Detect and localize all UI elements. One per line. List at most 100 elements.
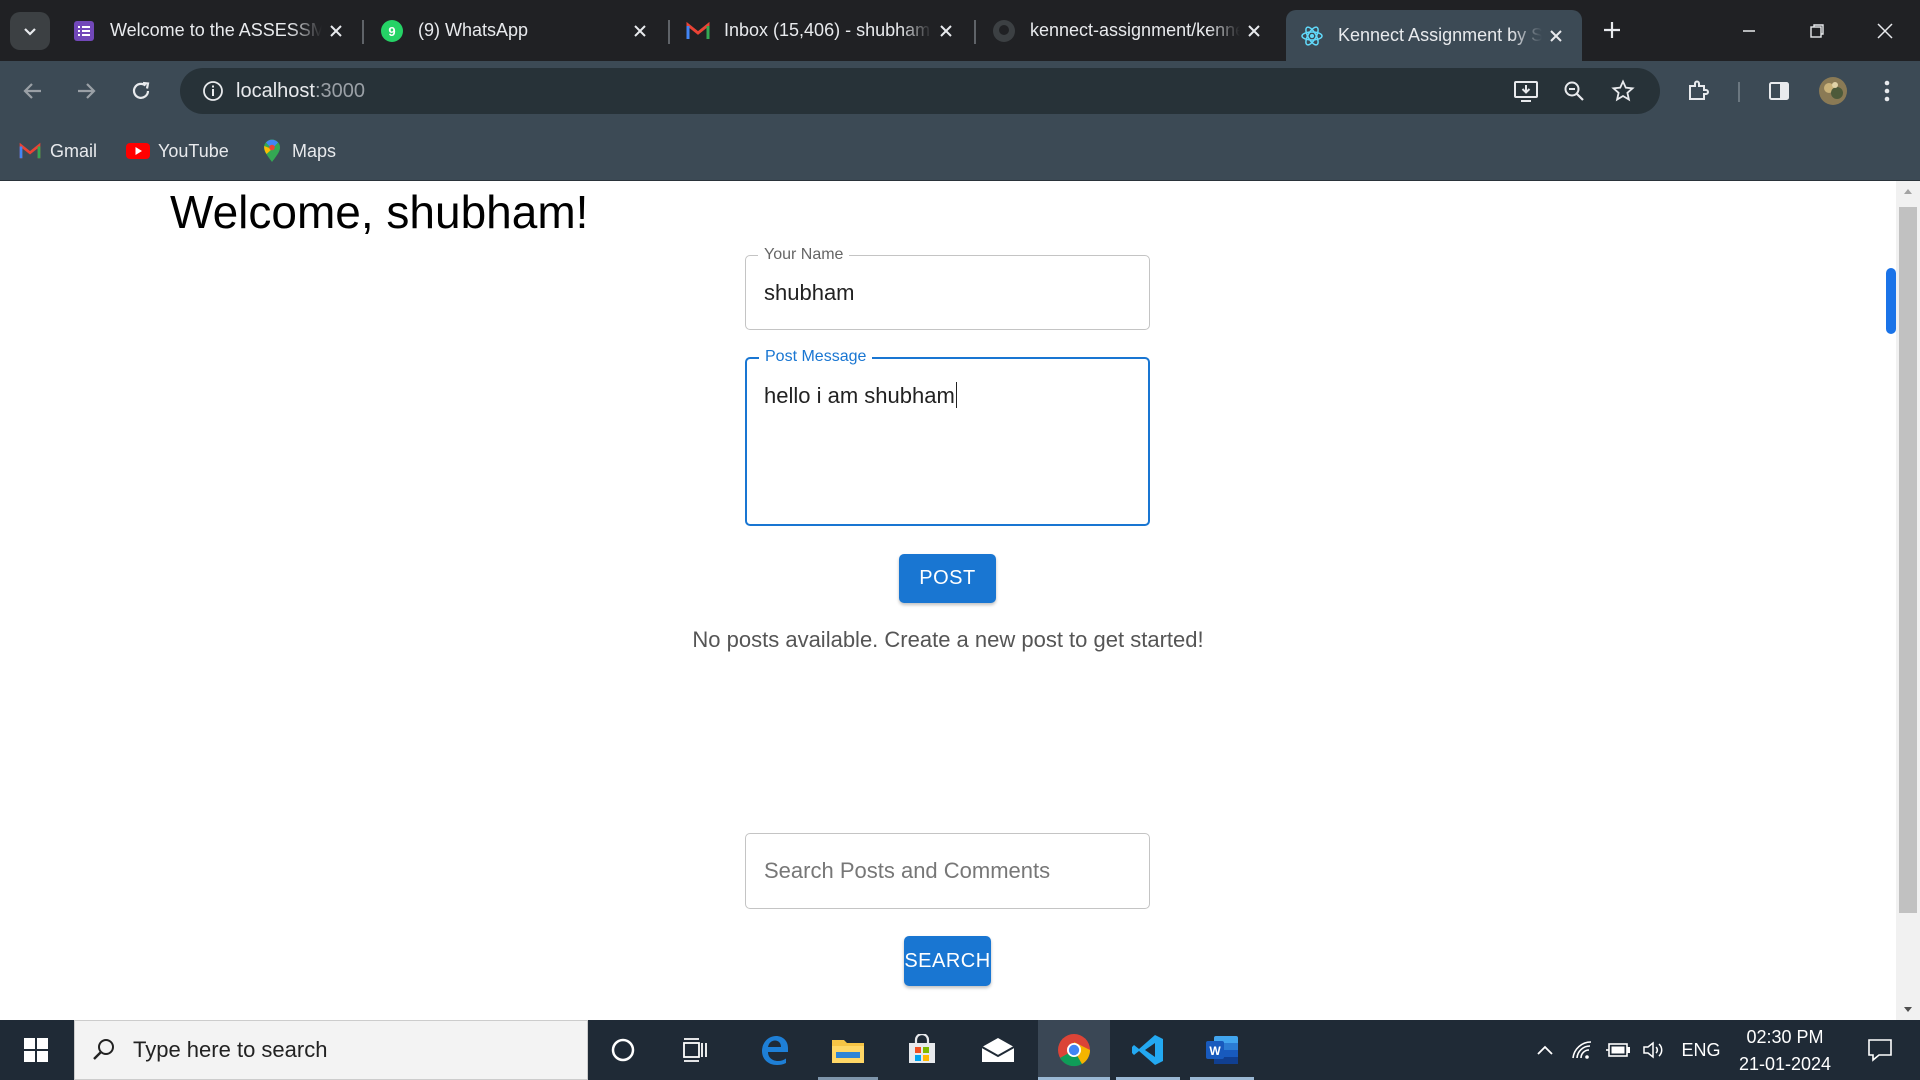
search-button[interactable]: SEARCH (904, 936, 991, 986)
back-button[interactable] (13, 71, 53, 111)
site-info-icon[interactable] (190, 68, 236, 114)
forms-icon (72, 19, 96, 43)
gmail-icon (18, 139, 42, 163)
close-window-button[interactable] (1850, 0, 1920, 61)
windows-taskbar: Type here to search W ENG 02:30 PM 21-01… (0, 1020, 1920, 1080)
tab-gmail[interactable]: Inbox (15,406) - shubham (672, 10, 972, 51)
task-view-button[interactable] (666, 1020, 724, 1080)
restore-button[interactable] (1782, 0, 1852, 61)
tab-github[interactable]: kennect-assignment/kennect (978, 10, 1280, 51)
notifications-button[interactable] (1852, 1020, 1908, 1080)
install-icon (1514, 81, 1538, 102)
new-tab-button[interactable] (1594, 12, 1630, 48)
avatar-icon (1819, 77, 1847, 105)
reload-button[interactable] (121, 71, 161, 111)
notification-icon (1868, 1039, 1892, 1062)
side-panel-button[interactable] (1759, 71, 1799, 111)
post-message-value: hello i am shubham (764, 383, 955, 408)
volume-tray[interactable] (1638, 1020, 1670, 1080)
search-icon (91, 1037, 117, 1063)
page-scrollbar[interactable] (1896, 181, 1920, 1020)
react-icon (1300, 24, 1324, 48)
cortana-icon (611, 1038, 635, 1062)
start-button[interactable] (0, 1020, 72, 1080)
zoom-button[interactable] (1554, 71, 1594, 111)
url-text: localhost:3000 (236, 80, 365, 103)
network-tray[interactable] (1568, 1020, 1598, 1080)
tab-assessment[interactable]: Welcome to the ASSESSMENT (58, 10, 362, 51)
store-icon (909, 1034, 935, 1063)
address-bar[interactable]: localhost:3000 (180, 68, 1660, 114)
close-icon[interactable] (1240, 17, 1268, 45)
chrome-icon (1058, 1034, 1091, 1067)
tab-kennect-active[interactable]: Kennect Assignment by Shubham (1286, 10, 1582, 61)
cortana-button[interactable] (594, 1020, 652, 1080)
battery-icon (1606, 1043, 1630, 1057)
browser-menu-button[interactable] (1867, 71, 1907, 111)
scroll-down-icon[interactable] (1896, 1000, 1920, 1020)
restore-icon (1810, 23, 1824, 38)
scroll-up-icon[interactable] (1896, 181, 1920, 201)
edge-app[interactable] (744, 1020, 804, 1080)
clock-date: 21-01-2024 (1738, 1054, 1832, 1074)
toolbar-divider (1738, 82, 1740, 102)
store-app[interactable] (892, 1020, 952, 1080)
arrow-right-icon (78, 83, 96, 99)
github-icon (992, 19, 1016, 43)
clock-time: 02:30 PM (1746, 1027, 1824, 1047)
battery-tray[interactable] (1602, 1020, 1634, 1080)
vscode-app[interactable] (1116, 1020, 1180, 1080)
tab-search-button[interactable] (10, 12, 50, 50)
tab-divider (668, 20, 670, 44)
minimize-icon (1743, 29, 1755, 32)
language-indicator[interactable]: ENG (1678, 1020, 1724, 1080)
forward-button[interactable] (66, 71, 106, 111)
chevron-down-icon (24, 28, 36, 36)
url-port: :3000 (314, 79, 365, 102)
scroll-indicator (1886, 268, 1896, 334)
word-app[interactable]: W (1190, 1020, 1254, 1080)
text-caret (955, 382, 958, 408)
maps-icon (260, 139, 284, 163)
mail-app[interactable] (968, 1020, 1028, 1080)
wifi-icon (1572, 1041, 1592, 1059)
minimize-button[interactable] (1714, 0, 1784, 61)
search-placeholder: Search Posts and Comments (764, 858, 1051, 883)
browser-toolbar: localhost:3000 (0, 61, 1920, 121)
show-hidden-icons[interactable] (1530, 1020, 1560, 1080)
page-title: Welcome, shubham! (170, 186, 589, 238)
post-button[interactable]: POST (899, 554, 996, 603)
bookmark-maps[interactable]: Maps (260, 134, 336, 168)
name-field-label: Your Name (758, 246, 850, 264)
speaker-icon (1643, 1041, 1663, 1059)
tab-whatsapp[interactable]: 9 (9) WhatsApp (366, 10, 666, 51)
scrollbar-thumb[interactable] (1899, 207, 1917, 913)
close-icon[interactable] (322, 17, 350, 45)
tab-title: Kennect Assignment by Shubham (1338, 25, 1542, 45)
system-clock[interactable]: 02:30 PM 21-01-2024 (1730, 1024, 1840, 1078)
post-message-field[interactable]: Post Message hello i am shubham (745, 348, 1150, 526)
file-explorer-app[interactable] (818, 1020, 878, 1080)
extensions-button[interactable] (1678, 71, 1718, 111)
star-icon (1611, 79, 1635, 102)
bookmark-youtube[interactable]: YouTube (126, 134, 229, 168)
search-field[interactable]: Search Posts and Comments (745, 833, 1150, 909)
bookmark-star-button[interactable] (1603, 71, 1643, 111)
side-panel-icon (1769, 82, 1789, 100)
close-icon[interactable] (1542, 22, 1570, 50)
tab-divider (974, 20, 976, 44)
name-field[interactable]: Your Name shubham (745, 246, 1150, 330)
profile-avatar[interactable] (1813, 71, 1853, 111)
url-host: localhost (236, 79, 315, 102)
close-icon[interactable] (932, 17, 960, 45)
more-vert-icon (1884, 80, 1890, 102)
chrome-app[interactable] (1038, 1020, 1110, 1080)
reload-icon (132, 81, 150, 99)
bookmark-label: Gmail (50, 140, 98, 161)
tab-title: (9) WhatsApp (418, 20, 529, 40)
taskbar-search-box[interactable]: Type here to search (74, 1020, 588, 1080)
mail-icon (981, 1038, 1015, 1062)
bookmark-gmail[interactable]: Gmail (18, 134, 97, 168)
close-icon[interactable] (626, 17, 654, 45)
install-app-button[interactable] (1506, 71, 1546, 111)
